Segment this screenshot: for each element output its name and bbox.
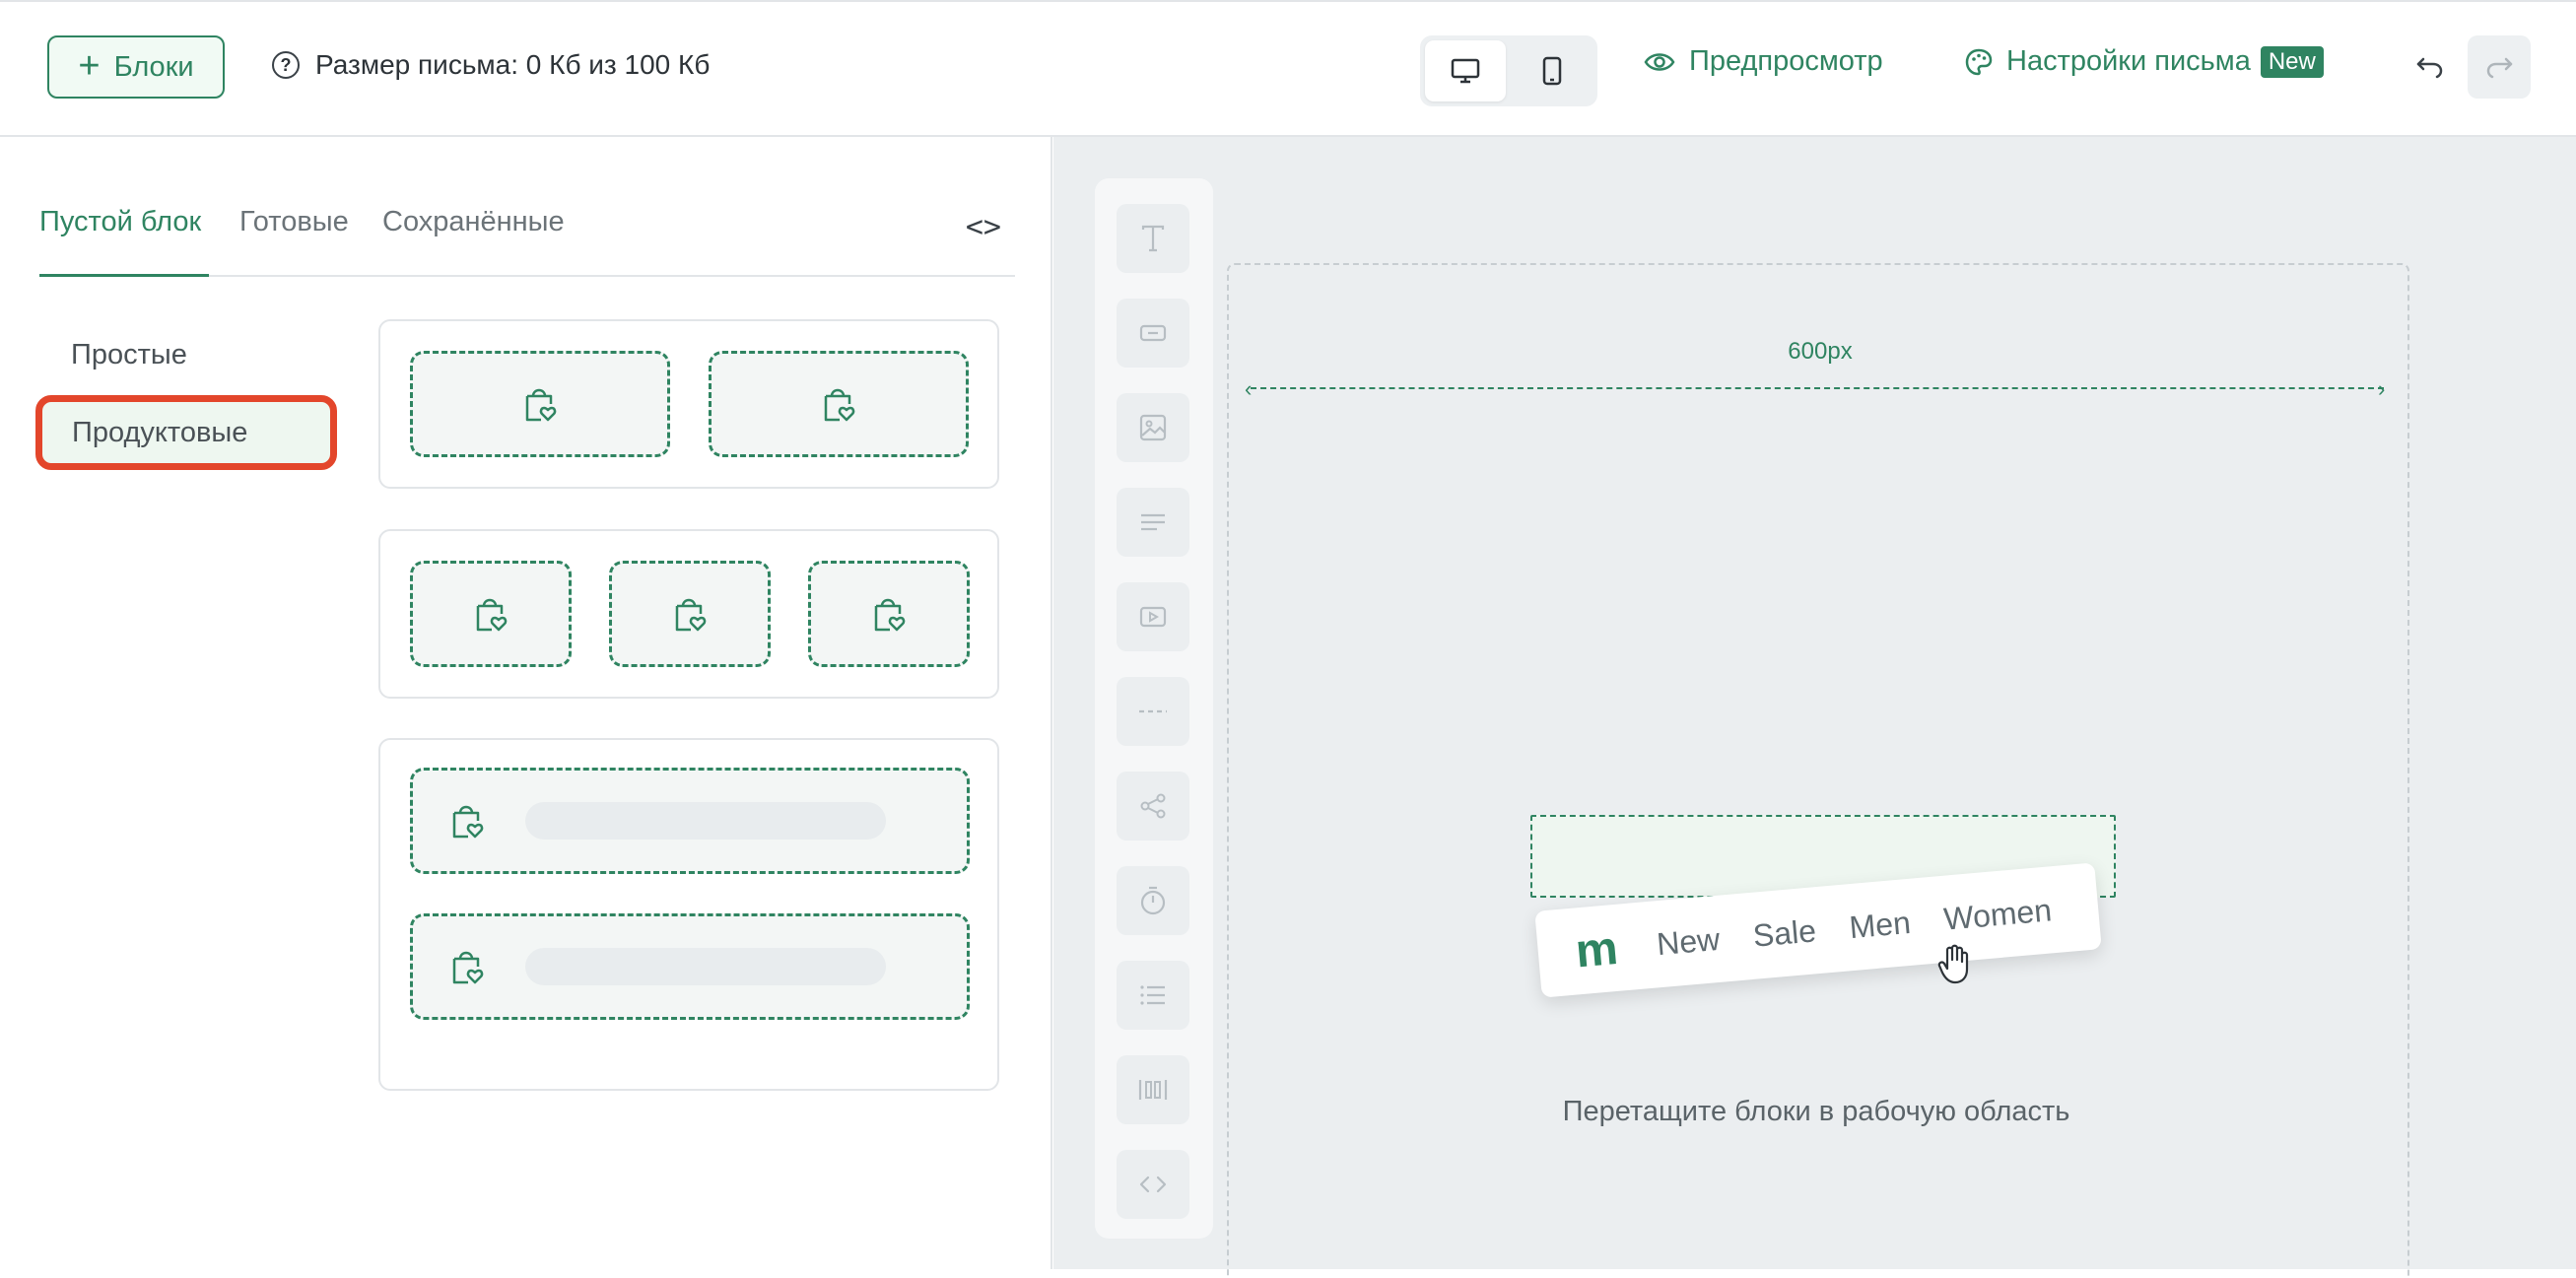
- code-icon[interactable]: <>: [966, 210, 1001, 244]
- block-tabs: Пустой блок Готовые Сохранённые <>: [39, 206, 1015, 277]
- video-icon: [1139, 606, 1167, 628]
- text-placeholder: [525, 802, 886, 840]
- shopping-bag-heart-icon: [525, 388, 557, 422]
- help-circle-icon[interactable]: ?: [272, 51, 300, 79]
- divider-tool[interactable]: [1117, 677, 1189, 746]
- button-icon: [1139, 324, 1167, 342]
- template-two-products[interactable]: [378, 319, 999, 489]
- product-slot: [410, 351, 670, 457]
- preview-label: Предпросмотр: [1689, 45, 1883, 77]
- email-size-text: Размер письма: 0 Кб из 100 Кб: [315, 49, 711, 80]
- button-tool[interactable]: [1117, 299, 1189, 368]
- smartphone-icon: [1542, 56, 1562, 86]
- element-toolbar: [1095, 178, 1213, 1239]
- shopping-bag-heart-icon: [675, 598, 707, 632]
- email-size-info: ? Размер письма: 0 Кб из 100 Кб: [272, 49, 710, 81]
- eye-icon: [1644, 52, 1675, 71]
- undo-button[interactable]: [2399, 37, 2462, 97]
- redo-button[interactable]: [2468, 35, 2531, 99]
- product-row-slot: [410, 913, 970, 1020]
- html-tool[interactable]: [1117, 1150, 1189, 1219]
- code-icon: [1139, 1176, 1167, 1193]
- product-slot: [709, 351, 969, 457]
- menu-logo: m: [1573, 921, 1620, 977]
- menu-item: Sale: [1751, 911, 1818, 954]
- image-icon: [1139, 414, 1167, 441]
- device-toggle: [1420, 35, 1597, 106]
- text-placeholder: [525, 948, 886, 985]
- social-tool[interactable]: [1117, 772, 1189, 841]
- blocks-panel: Пустой блок Готовые Сохранённые <> Прост…: [0, 137, 1052, 1269]
- paragraph-tool[interactable]: [1117, 488, 1189, 557]
- list-icon: [1140, 985, 1165, 1005]
- shopping-bag-heart-icon: [452, 951, 484, 984]
- palette-icon: [1965, 48, 1993, 75]
- undo-icon: [2416, 57, 2443, 79]
- menu-item: New: [1655, 920, 1722, 962]
- product-slot: [808, 561, 970, 667]
- desktop-view-button[interactable]: [1425, 40, 1506, 101]
- menu-item: Women: [1941, 891, 2054, 937]
- preview-link[interactable]: Предпросмотр: [1644, 45, 1883, 78]
- timer-icon: [1140, 886, 1166, 915]
- width-indicator: [1251, 387, 2384, 389]
- text-tool[interactable]: [1117, 204, 1189, 273]
- category-simple-label: Простые: [71, 338, 187, 370]
- tab-saved[interactable]: Сохранённые: [382, 206, 565, 277]
- list-tool[interactable]: [1117, 961, 1189, 1030]
- add-blocks-label: Блоки: [113, 50, 194, 83]
- top-bar: + Блоки ? Размер письма: 0 Кб из 100 Кб …: [0, 0, 2576, 137]
- grab-cursor-icon: [1937, 944, 1969, 984]
- add-blocks-button[interactable]: + Блоки: [47, 35, 225, 99]
- mobile-view-button[interactable]: [1512, 40, 1593, 101]
- shopping-bag-heart-icon: [476, 598, 508, 632]
- arrow-left-icon: ‹: [1245, 376, 1253, 401]
- drop-hint: Перетащите блоки в рабочую область: [1562, 1096, 2070, 1127]
- product-slot: [609, 561, 771, 667]
- columns-icon: [1138, 1080, 1168, 1100]
- category-product[interactable]: Продуктовые: [35, 395, 337, 470]
- redo-icon: [2486, 57, 2513, 79]
- arrow-right-icon: ›: [2378, 376, 2386, 401]
- template-product-rows[interactable]: [378, 738, 999, 1091]
- new-badge: New: [2260, 45, 2324, 78]
- category-simple[interactable]: Простые: [41, 322, 333, 387]
- plus-icon: +: [78, 44, 101, 87]
- tab-ready[interactable]: Готовые: [239, 206, 349, 277]
- divider-icon: [1139, 709, 1167, 713]
- timer-tool[interactable]: [1117, 866, 1189, 935]
- menu-item: Men: [1848, 904, 1913, 945]
- text-icon: [1141, 225, 1165, 252]
- category-product-label: Продуктовые: [72, 416, 248, 448]
- video-tool[interactable]: [1117, 582, 1189, 651]
- shopping-bag-heart-icon: [874, 598, 906, 632]
- product-slot: [410, 561, 572, 667]
- product-row-slot: [410, 768, 970, 874]
- tab-empty-block[interactable]: Пустой блок: [39, 206, 209, 277]
- image-tool[interactable]: [1117, 393, 1189, 462]
- monitor-icon: [1451, 58, 1480, 84]
- paragraph-icon: [1141, 513, 1165, 531]
- width-label: 600px: [1788, 338, 1853, 365]
- share-icon: [1140, 793, 1166, 819]
- email-settings-label: Настройки письма: [2006, 45, 2251, 77]
- template-three-products[interactable]: [378, 529, 999, 699]
- shopping-bag-heart-icon: [452, 805, 484, 839]
- email-settings-link[interactable]: Настройки письма New: [1965, 45, 2324, 78]
- columns-tool[interactable]: [1117, 1055, 1189, 1124]
- shopping-bag-heart-icon: [824, 388, 855, 422]
